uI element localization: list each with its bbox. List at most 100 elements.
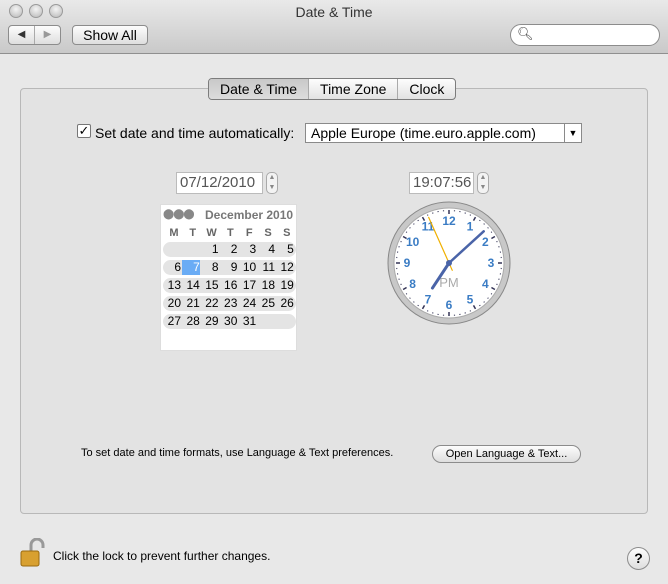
- calendar-day[interactable]: 1: [201, 242, 219, 257]
- clock-tick: [490, 293, 493, 295]
- weekday-header: F: [245, 227, 253, 239]
- calendar-day-selected[interactable]: 7: [181, 260, 200, 275]
- calendar-day[interactable]: 9: [219, 260, 238, 275]
- weekday-header: S: [264, 227, 272, 239]
- calendar-day[interactable]: 14: [182, 278, 199, 293]
- next-month-icon[interactable]: ⬤: [183, 209, 194, 220]
- analog-clock: 12 1234567891011PM: [387, 201, 511, 325]
- chevron-down-icon: ▼: [564, 124, 581, 142]
- today-icon[interactable]: ⬤: [173, 209, 184, 220]
- calendar-day[interactable]: 21: [182, 296, 199, 311]
- clock-tick: [409, 297, 411, 299]
- lock-icon[interactable]: [20, 538, 46, 568]
- calendar-day[interactable]: 29: [201, 314, 218, 329]
- calendar-day[interactable]: 25: [257, 296, 275, 311]
- clock-tick: [479, 304, 481, 307]
- weekday-header: T: [189, 227, 197, 239]
- clock-tick: [417, 219, 419, 222]
- tab-date-time[interactable]: Date & Time: [209, 79, 309, 99]
- help-button[interactable]: ?: [627, 547, 650, 570]
- search-input[interactable]: 🔍︎: [510, 24, 660, 46]
- auto-time-checkbox[interactable]: ✓: [77, 124, 91, 138]
- search-icon: 🔍︎: [517, 26, 534, 41]
- clock-number: 8: [409, 277, 416, 291]
- calendar-day[interactable]: 5: [276, 242, 294, 257]
- calendar-day[interactable]: 20: [163, 296, 181, 311]
- weekday-header: W: [206, 227, 217, 239]
- date-stepper[interactable]: ▲ ▼: [266, 172, 278, 194]
- calendar-day[interactable]: 30: [219, 314, 237, 329]
- calendar-day[interactable]: 18: [257, 278, 275, 293]
- calendar-day[interactable]: 4: [257, 242, 275, 257]
- window-title: Date & Time: [295, 4, 373, 20]
- calendar-nav: ⬤⬤⬤: [163, 209, 195, 220]
- clock-tick: [490, 231, 493, 233]
- weekday-header: M: [169, 227, 179, 239]
- calendar-day[interactable]: 16: [219, 278, 237, 293]
- clock-number: 5: [467, 292, 474, 306]
- clock-tick: [417, 304, 419, 307]
- calendar-day[interactable]: 11: [257, 260, 275, 275]
- clock-tick: [413, 223, 415, 225]
- clock-tick: [487, 227, 489, 229]
- calendar-month: December 2010: [205, 208, 294, 222]
- calendar-day[interactable]: 13: [163, 278, 181, 293]
- clock-tick: [405, 293, 408, 295]
- clock-number: 12: [442, 214, 456, 228]
- clock-number: 2: [482, 235, 489, 249]
- back-button[interactable]: ◀: [9, 26, 34, 44]
- weekday-header: S: [283, 227, 291, 239]
- time-server-select[interactable]: Apple Europe (time.euro.apple.com) ▼: [305, 123, 582, 143]
- calendar-day[interactable]: 6: [163, 260, 181, 275]
- clock-number: 7: [425, 292, 432, 306]
- time-stepper[interactable]: ▲ ▼: [477, 172, 489, 194]
- tab-bar: Date & Time Time Zone Clock: [208, 78, 457, 100]
- tab-clock[interactable]: Clock: [397, 79, 455, 99]
- calendar-day[interactable]: 19: [276, 278, 293, 293]
- clock-tick: [405, 231, 408, 233]
- formats-footnote: To set date and time formats, use Langua…: [81, 447, 394, 459]
- clock-number: 4: [482, 277, 489, 291]
- clock-tick: [413, 301, 415, 303]
- clock-number: 9: [404, 256, 411, 270]
- open-language-text-button[interactable]: Open Language & Text...: [432, 445, 581, 463]
- forward-button[interactable]: ▶: [34, 26, 60, 44]
- clock-tick: [483, 301, 485, 303]
- calendar-day[interactable]: 26: [276, 296, 293, 311]
- auto-time-label: Set date and time automatically:: [95, 125, 295, 141]
- calendar-day[interactable]: 23: [219, 296, 237, 311]
- calendar-day[interactable]: 27: [163, 314, 181, 329]
- calendar-day[interactable]: 22: [201, 296, 218, 311]
- clock-tick: [487, 297, 489, 299]
- calendar-day[interactable]: 15: [201, 278, 218, 293]
- calendar-day[interactable]: 31: [238, 314, 256, 329]
- clock-number: 3: [488, 256, 495, 270]
- calendar-day[interactable]: 24: [238, 296, 256, 311]
- show-all-button[interactable]: Show All: [72, 25, 148, 45]
- clock-number: 1: [467, 220, 474, 234]
- calendar-day[interactable]: 12: [276, 260, 293, 275]
- time-field[interactable]: 19:07:56: [409, 172, 474, 194]
- clock-number: 6: [446, 298, 453, 312]
- nav-buttons: ◀ ▶: [8, 25, 61, 45]
- lock-message: Click the lock to prevent further change…: [53, 549, 271, 563]
- calendar-day[interactable]: 10: [238, 260, 256, 275]
- calendar-day[interactable]: 3: [238, 242, 257, 257]
- clock-ampm: PM: [439, 275, 459, 290]
- calendar-day[interactable]: 17: [238, 278, 256, 293]
- clock-tick: [483, 223, 485, 225]
- calendar-day[interactable]: 28: [182, 314, 199, 329]
- prev-month-icon[interactable]: ⬤: [163, 209, 174, 220]
- clock-tick: [409, 227, 411, 229]
- date-field[interactable]: 07/12/2010: [176, 172, 263, 194]
- calendar-day[interactable]: 2: [219, 242, 238, 257]
- tab-time-zone[interactable]: Time Zone: [308, 79, 397, 99]
- time-server-value: Apple Europe (time.euro.apple.com): [311, 125, 536, 141]
- clock-center: [446, 260, 452, 266]
- calendar-day[interactable]: 8: [201, 260, 219, 275]
- calendar: ⬤⬤⬤ December 2010 M T W T F S S 1 2 3 4 5 6 7 8 9 10 11 12…: [160, 204, 297, 351]
- weekday-header: T: [227, 227, 234, 239]
- title-bar: Date & Time ◀ ▶ Show All 🔍︎: [0, 0, 668, 54]
- clock-number: 10: [406, 235, 420, 249]
- clock-tick: [479, 219, 481, 222]
